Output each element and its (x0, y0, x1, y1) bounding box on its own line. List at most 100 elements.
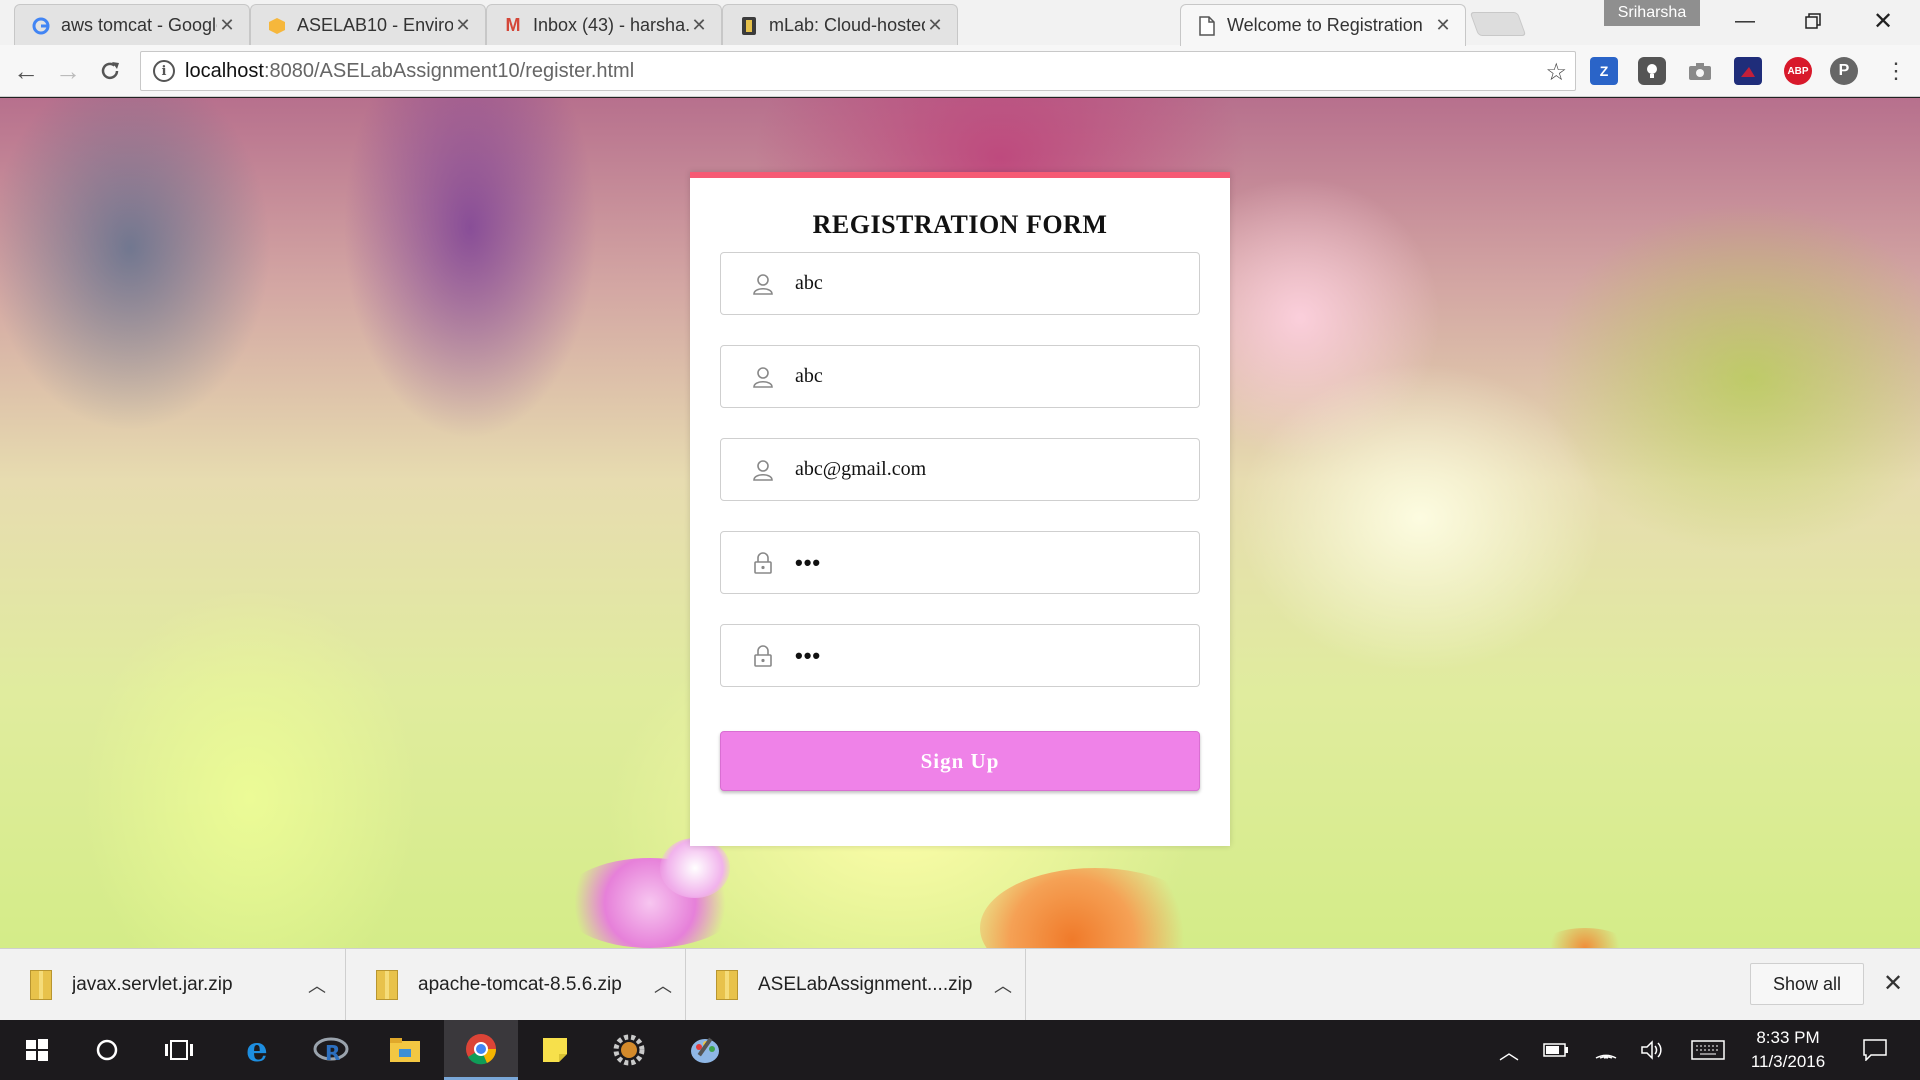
volume-icon[interactable] (1634, 1020, 1670, 1080)
tab-aselab10[interactable]: ASELAB10 - Environment ✕ (250, 4, 486, 46)
zip-file-icon (376, 970, 398, 1000)
tab-title: Inbox (43) - harsha.kuma (533, 15, 689, 35)
tab-title: mLab: Cloud-hosted Mon (769, 15, 925, 35)
orange-flower-image (980, 868, 1210, 948)
gmail-icon: M (505, 15, 521, 35)
wifi-icon[interactable] (1588, 1020, 1624, 1080)
lock-icon (751, 644, 775, 668)
back-icon[interactable]: ← (10, 55, 42, 87)
username-field[interactable]: abc (720, 252, 1200, 315)
tab-gmail-inbox[interactable]: M Inbox (43) - harsha.kuma ✕ (486, 4, 722, 46)
url-path: :8080/ASELabAssignment10/register.html (263, 59, 635, 82)
field-value: abc (795, 272, 823, 294)
restore-icon[interactable] (1778, 0, 1848, 42)
download-filename: ASELabAssignment....zip (758, 974, 973, 995)
orange-flower-image (1540, 928, 1630, 948)
field-value: ••• (795, 642, 822, 668)
page-background: REGISTRATION FORM abc abc abc@gmail.com … (0, 98, 1920, 948)
mlab-icon (739, 16, 759, 36)
page-icon (1197, 15, 1217, 36)
flag-icon[interactable] (1734, 57, 1762, 85)
tab-title: aws tomcat - Google Sea (61, 15, 217, 35)
file-explorer-icon[interactable] (368, 1020, 442, 1080)
field-value: ••• (795, 549, 822, 575)
zotero-icon[interactable]: Z (1590, 57, 1618, 85)
field-value: abc (795, 365, 823, 387)
battery-icon[interactable] (1538, 1020, 1574, 1080)
sign-up-button[interactable]: Sign Up (720, 731, 1200, 791)
user-icon (751, 272, 775, 296)
sticky-notes-icon[interactable] (518, 1020, 592, 1080)
bookmark-star-icon[interactable]: ☆ (1545, 58, 1567, 87)
download-item[interactable]: javax.servlet.jar.zip ︿ (0, 949, 346, 1021)
clock-time: 8:33 PM (1756, 1028, 1820, 1047)
reload-icon[interactable] (94, 55, 126, 87)
minimize-icon[interactable]: — (1710, 0, 1780, 42)
chevron-up-icon[interactable]: ︿ (988, 972, 1018, 998)
info-icon[interactable]: i (153, 60, 175, 82)
tab-mlab[interactable]: mLab: Cloud-hosted Mon ✕ (722, 4, 958, 46)
notification-icon[interactable] (1852, 1020, 1898, 1080)
registration-form: REGISTRATION FORM abc abc abc@gmail.com … (690, 172, 1230, 846)
download-shelf: javax.servlet.jar.zip ︿ apache-tomcat-8.… (0, 948, 1920, 1021)
keyboard-icon[interactable] (1686, 1020, 1730, 1080)
paint-icon[interactable] (668, 1020, 742, 1080)
download-item[interactable]: ASELabAssignment....zip ︿ (686, 949, 1026, 1021)
taskbar-clock[interactable]: 8:33 PM 11/3/2016 (1740, 1026, 1836, 1074)
download-item[interactable]: apache-tomcat-8.5.6.zip ︿ (346, 949, 686, 1021)
svg-text:R: R (325, 1041, 340, 1064)
url-host: localhost (185, 59, 264, 82)
tab-google-search[interactable]: aws tomcat - Google Sea ✕ (14, 4, 250, 46)
chevron-up-icon[interactable]: ︿ (1494, 1020, 1524, 1080)
close-icon[interactable]: ✕ (689, 15, 709, 36)
address-bar[interactable]: i localhost:8080/ASELabAssignment10/regi… (140, 51, 1576, 91)
edge-icon[interactable]: e (220, 1020, 294, 1080)
new-tab-button[interactable] (1469, 12, 1527, 36)
show-all-button[interactable]: Show all (1750, 963, 1864, 1005)
zip-file-icon (30, 970, 52, 1000)
field-value: abc@gmail.com (795, 458, 927, 480)
r-studio-icon[interactable]: R (294, 1020, 368, 1080)
close-icon[interactable]: ✕ (925, 15, 945, 36)
camera-icon[interactable] (1686, 57, 1714, 85)
tab-strip: aws tomcat - Google Sea ✕ ASELAB10 - Env… (0, 0, 1920, 46)
zip-file-icon (716, 970, 738, 1000)
user-icon (751, 458, 775, 482)
download-filename: javax.servlet.jar.zip (72, 974, 233, 995)
download-filename: apache-tomcat-8.5.6.zip (418, 974, 622, 995)
windows-start-icon[interactable] (0, 1020, 74, 1080)
tab-title: Welcome to Registration (1227, 15, 1423, 35)
lock-icon (751, 551, 775, 575)
gear-app-icon[interactable] (592, 1020, 666, 1080)
chevron-up-icon[interactable]: ︿ (648, 972, 678, 998)
tab-title: ASELAB10 - Environment (297, 15, 453, 35)
password-field[interactable]: ••• (720, 531, 1200, 594)
p-icon[interactable]: P (1830, 57, 1858, 85)
clock-date: 11/3/2016 (1750, 1052, 1826, 1071)
chevron-up-icon[interactable]: ︿ (302, 972, 332, 998)
forward-icon[interactable]: → (52, 55, 84, 87)
user-icon (751, 365, 775, 389)
cortana-icon[interactable] (70, 1020, 144, 1080)
window-close-icon[interactable]: ✕ (1848, 0, 1918, 42)
close-icon[interactable]: ✕ (1433, 15, 1453, 36)
google-icon (31, 16, 51, 36)
box-icon (267, 16, 287, 36)
confirm-password-field[interactable]: ••• (720, 624, 1200, 687)
tab-registration[interactable]: Welcome to Registration ✕ (1180, 4, 1466, 46)
email-field[interactable]: abc@gmail.com (720, 438, 1200, 501)
profile-button[interactable]: Sriharsha (1604, 0, 1700, 26)
windows-taskbar: e R ︿ 8:33 PM 11/3/2016 (0, 1020, 1920, 1080)
task-view-icon[interactable] (142, 1020, 216, 1080)
form-title: REGISTRATION FORM (812, 210, 1108, 239)
pink-flower-image (660, 838, 730, 898)
adblock-icon[interactable]: ABP (1784, 57, 1812, 85)
lightbulb-icon[interactable] (1638, 57, 1666, 85)
close-icon[interactable]: ✕ (453, 15, 473, 36)
name-field[interactable]: abc (720, 345, 1200, 408)
close-icon[interactable]: ✕ (1878, 969, 1908, 999)
browser-toolbar: ← → i localhost:8080/ASELabAssignment10/… (0, 45, 1920, 97)
close-icon[interactable]: ✕ (217, 15, 237, 36)
menu-kebab-icon[interactable]: ⋮ (1880, 55, 1912, 87)
chrome-icon[interactable] (444, 1020, 518, 1080)
